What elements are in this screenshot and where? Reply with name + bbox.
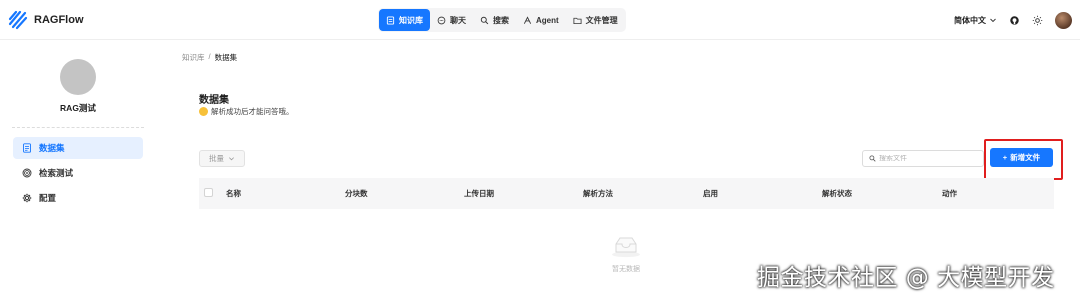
user-avatar[interactable] [1055, 11, 1072, 29]
column-header-enabled[interactable]: 启用 [703, 188, 718, 199]
column-header-chunk-count[interactable]: 分块数 [345, 188, 368, 199]
empty-state-text: 暂无数据 [612, 266, 640, 273]
nav-label: 文件管理 [585, 15, 618, 25]
chevron-down-icon [990, 18, 996, 23]
column-header-parse-method[interactable]: 解析方法 [583, 188, 613, 199]
page-title: 数据集 [199, 95, 229, 106]
smile-emoji-icon [199, 107, 208, 116]
select-all-checkbox[interactable] [204, 188, 213, 197]
search-icon [869, 155, 876, 162]
nav-item-knowledge-base[interactable]: 知识库 [379, 9, 430, 31]
chat-icon [437, 16, 446, 24]
breadcrumb-current: 数据集 [214, 53, 238, 62]
file-text-icon [23, 143, 31, 153]
top-bar: RAGFlow 知识库 聊天 搜索 Agent 文件管理 简体中文 [0, 0, 1080, 40]
folder-icon [573, 17, 582, 24]
column-header-upload-date[interactable]: 上传日期 [464, 188, 494, 199]
agent-icon [523, 15, 532, 24]
table-header: 名称 分块数 上传日期 解析方法 启用 解析状态 动作 [199, 178, 1054, 209]
brand-name: RAGFlow [34, 14, 84, 26]
knowledge-base-avatar [60, 59, 96, 95]
sidebar: RAG测试 数据集 检索测试 配置 [0, 41, 160, 301]
sidebar-item-label: 检索测试 [39, 168, 74, 178]
page-description: 解析成功后才能问答哦。 [199, 106, 294, 117]
breadcrumb-separator: / [208, 52, 211, 61]
batch-button[interactable]: 批量 [199, 150, 245, 167]
main-nav: 知识库 聊天 搜索 Agent 文件管理 [378, 8, 626, 32]
column-header-action[interactable]: 动作 [942, 188, 957, 199]
search-icon [480, 16, 489, 24]
top-right-tools: 简体中文 [954, 8, 1072, 32]
nav-label: 聊天 [450, 15, 466, 25]
breadcrumb: 知识库 / 数据集 [182, 52, 237, 63]
watermark: 掘金技术社区 @ 大模型开发 [757, 265, 1055, 291]
github-icon[interactable] [1009, 15, 1020, 26]
breadcrumb-root[interactable]: 知识库 [182, 52, 205, 63]
ragflow-logo-icon [8, 10, 28, 30]
sidebar-divider [12, 127, 144, 128]
add-file-label: 新增文件 [1010, 153, 1041, 162]
language-label: 简体中文 [954, 15, 986, 25]
empty-inbox-icon [612, 237, 640, 258]
database-icon [386, 15, 395, 25]
nav-label: Agent [536, 15, 559, 25]
column-header-name[interactable]: 名称 [226, 188, 241, 199]
sidebar-item-label: 配置 [39, 193, 57, 203]
file-search-input[interactable] [879, 155, 979, 162]
target-icon [22, 168, 32, 178]
plus-icon: + [1002, 153, 1008, 162]
brand[interactable]: RAGFlow [8, 10, 84, 30]
sidebar-item-label: 数据集 [39, 143, 65, 153]
knowledge-base-name: RAG测试 [60, 103, 96, 113]
language-selector[interactable]: 简体中文 [954, 15, 997, 26]
page-description-text: 解析成功后才能问答哦。 [211, 107, 294, 116]
add-file-button[interactable]: + 新增文件 [990, 148, 1053, 167]
sidebar-item-settings[interactable]: 配置 [13, 187, 143, 209]
sidebar-item-dataset[interactable]: 数据集 [13, 137, 143, 159]
settings-icon [22, 193, 32, 203]
chevron-down-icon [229, 157, 234, 161]
sun-icon[interactable] [1032, 15, 1043, 26]
nav-item-file-management[interactable]: 文件管理 [566, 9, 625, 31]
nav-label: 知识库 [399, 15, 423, 25]
column-header-parse-status[interactable]: 解析状态 [822, 188, 852, 199]
file-search-box [862, 150, 984, 167]
nav-item-agent[interactable]: Agent [516, 9, 566, 31]
nav-item-chat[interactable]: 聊天 [430, 9, 473, 31]
sidebar-item-retrieval-test[interactable]: 检索测试 [13, 162, 143, 184]
sidebar-menu: 数据集 检索测试 配置 [13, 137, 143, 212]
batch-label: 批量 [209, 154, 224, 163]
nav-item-search[interactable]: 搜索 [473, 9, 516, 31]
nav-label: 搜索 [493, 15, 509, 25]
